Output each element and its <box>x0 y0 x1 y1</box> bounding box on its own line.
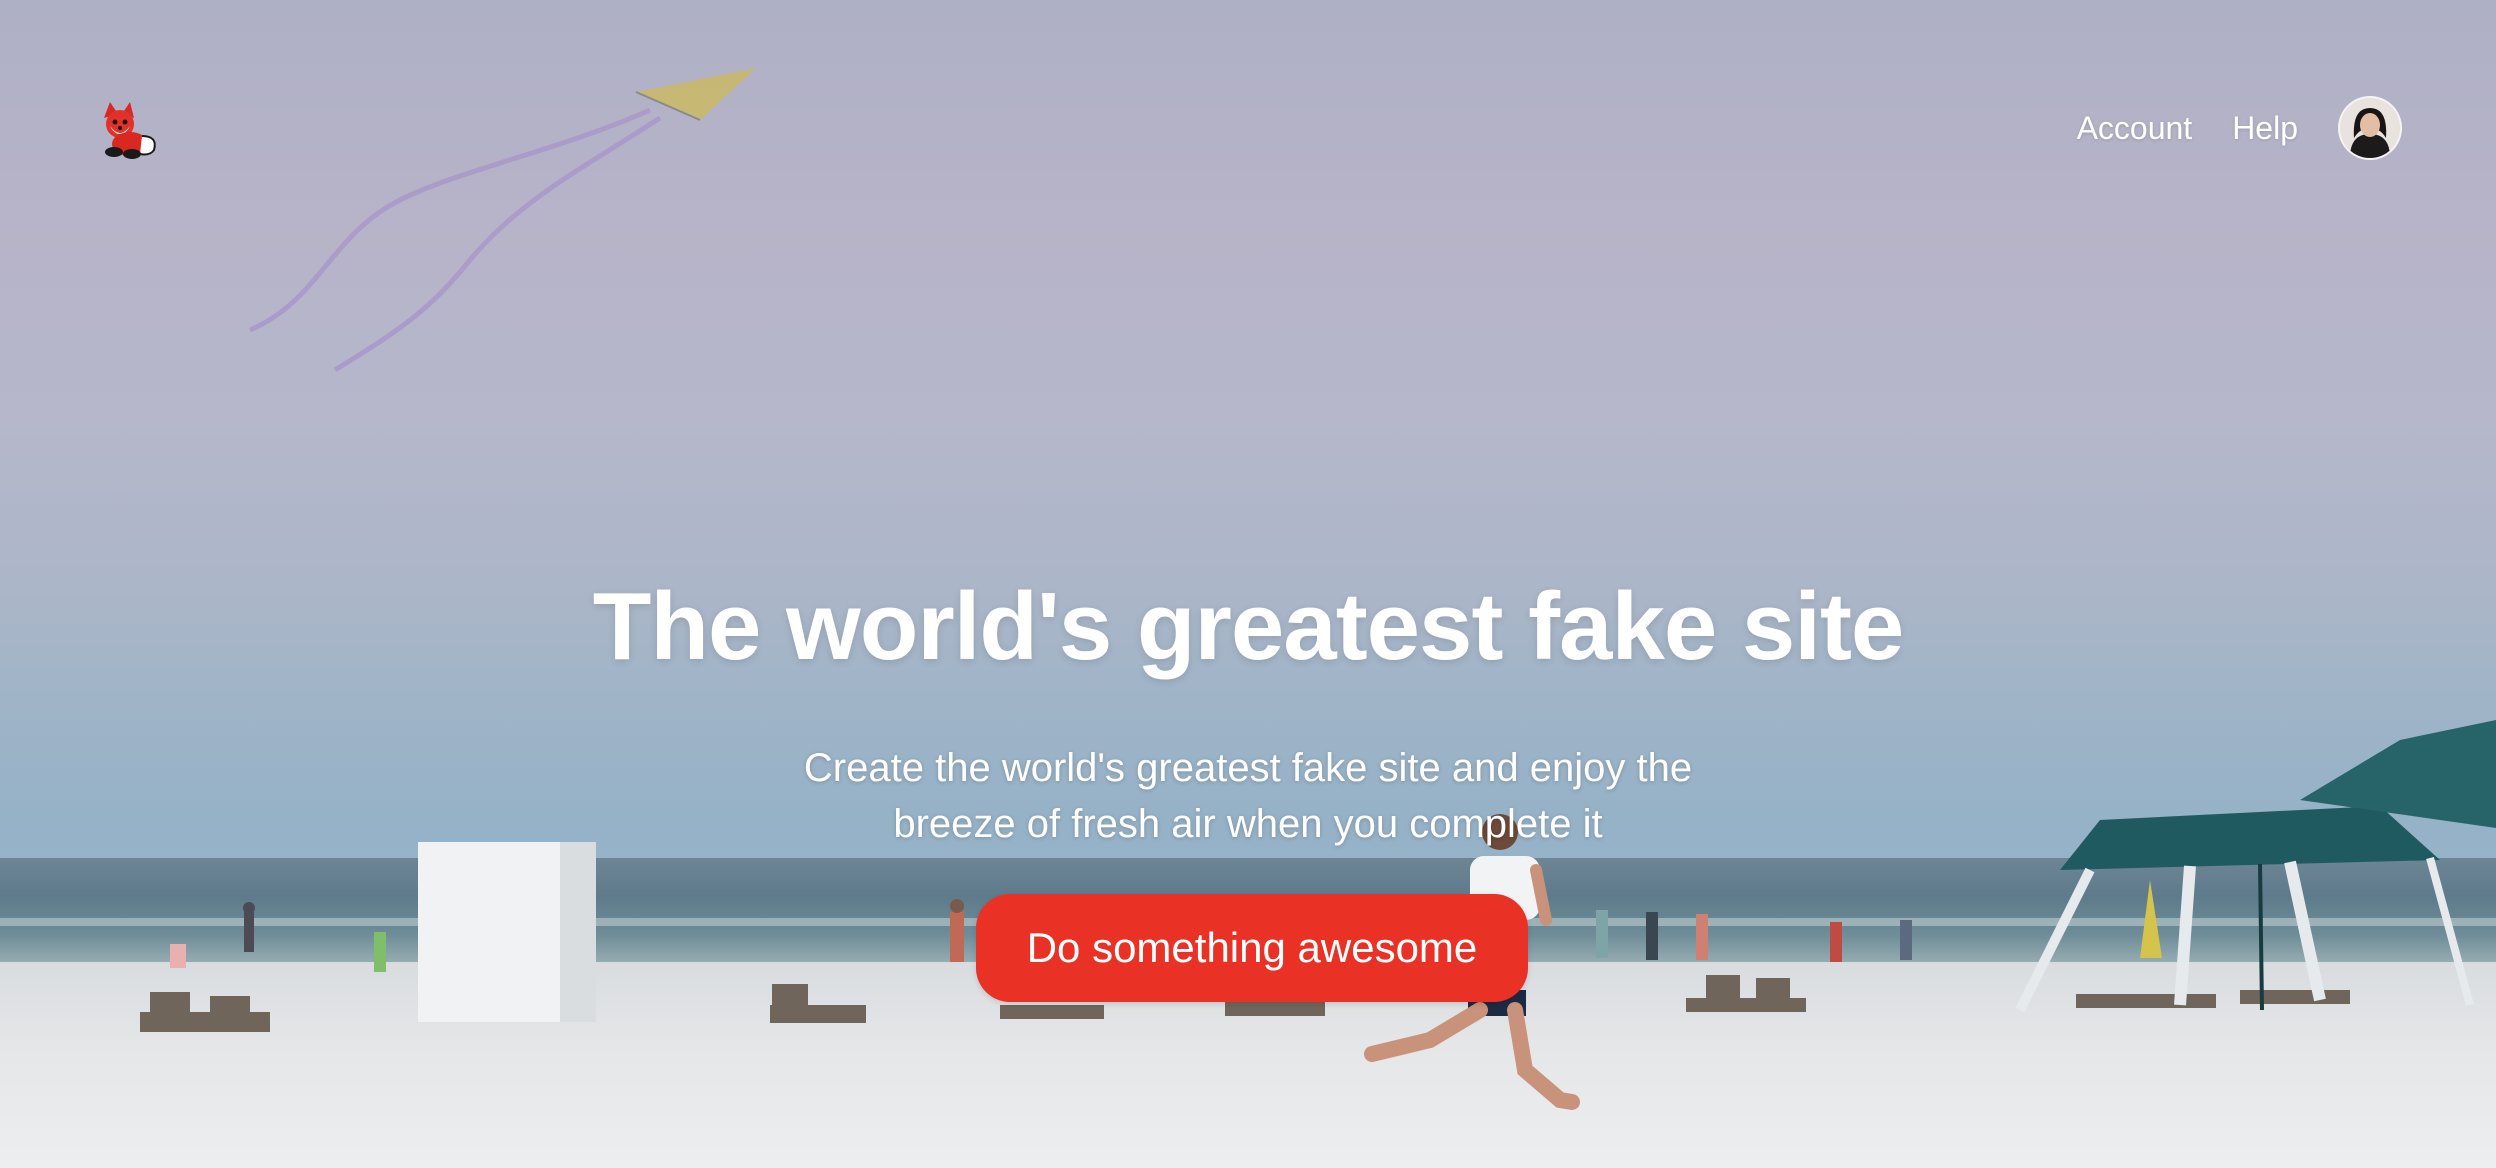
hero-subtitle: Create the world's greatest fake site an… <box>803 746 1693 846</box>
site-header: Account Help <box>0 0 2496 260</box>
canopy-tents <box>2015 720 2496 1013</box>
fox-logo-icon[interactable] <box>96 96 160 160</box>
hero-section: Account Help The world's greatest fake s… <box>0 0 2496 1168</box>
beach-shack <box>418 842 596 1022</box>
top-nav: Account Help <box>2077 96 2402 160</box>
fox-mascot-logo-icon <box>104 102 156 159</box>
hero-title: The world's greatest fake site <box>592 573 1905 680</box>
do-something-awesome-button[interactable]: Do something awesome <box>976 894 1528 1002</box>
avatar[interactable] <box>2338 96 2402 160</box>
user-avatar-icon <box>2340 98 2400 158</box>
nav-account-link[interactable]: Account <box>2077 110 2193 147</box>
nav-help-link[interactable]: Help <box>2232 110 2298 147</box>
